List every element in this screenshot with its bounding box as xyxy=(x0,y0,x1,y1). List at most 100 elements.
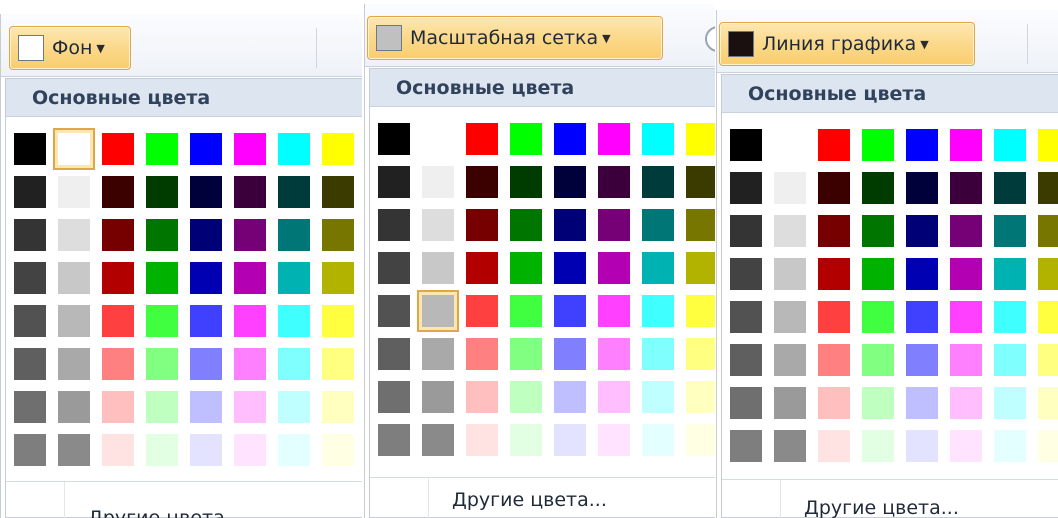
color-swatch[interactable] xyxy=(642,166,674,198)
color-swatch[interactable] xyxy=(234,219,266,251)
color-swatch[interactable] xyxy=(466,338,498,370)
color-swatch[interactable] xyxy=(190,219,222,251)
color-swatch[interactable] xyxy=(994,387,1026,419)
color-swatch[interactable] xyxy=(278,434,310,466)
color-swatch[interactable] xyxy=(146,176,178,208)
color-swatch[interactable] xyxy=(58,391,90,423)
color-swatch[interactable] xyxy=(466,252,498,284)
color-swatch[interactable] xyxy=(818,215,850,247)
color-swatch[interactable] xyxy=(554,209,586,241)
color-swatch-selected[interactable] xyxy=(53,128,95,170)
color-swatch[interactable] xyxy=(686,381,715,413)
color-swatch[interactable] xyxy=(686,424,715,456)
color-swatch[interactable] xyxy=(686,252,715,284)
color-swatch[interactable] xyxy=(510,381,542,413)
color-swatch[interactable] xyxy=(818,301,850,333)
color-swatch[interactable] xyxy=(818,129,850,161)
color-swatch[interactable] xyxy=(58,434,90,466)
color-swatch[interactable] xyxy=(862,129,894,161)
color-swatch[interactable] xyxy=(510,338,542,370)
color-swatch[interactable] xyxy=(102,262,134,294)
color-swatch[interactable] xyxy=(510,123,542,155)
color-swatch[interactable] xyxy=(14,391,46,423)
color-swatch[interactable] xyxy=(190,391,222,423)
color-swatch[interactable] xyxy=(994,172,1026,204)
color-swatch[interactable] xyxy=(146,133,178,165)
color-swatch[interactable] xyxy=(642,338,674,370)
color-swatch[interactable] xyxy=(774,344,806,376)
color-swatch[interactable] xyxy=(774,301,806,333)
color-swatch[interactable] xyxy=(322,262,354,294)
color-swatch[interactable] xyxy=(190,262,222,294)
color-swatch[interactable] xyxy=(730,172,762,204)
circle-button[interactable] xyxy=(705,26,715,52)
color-swatch[interactable] xyxy=(730,129,762,161)
color-swatch[interactable] xyxy=(642,424,674,456)
color-swatch[interactable] xyxy=(146,434,178,466)
color-swatch[interactable] xyxy=(322,176,354,208)
color-swatch[interactable] xyxy=(906,129,938,161)
color-swatch-selected[interactable] xyxy=(417,290,459,332)
color-swatch[interactable] xyxy=(278,133,310,165)
color-swatch[interactable] xyxy=(906,215,938,247)
color-swatch[interactable] xyxy=(818,172,850,204)
color-swatch[interactable] xyxy=(730,258,762,290)
color-swatch[interactable] xyxy=(378,338,410,370)
color-swatch[interactable] xyxy=(774,387,806,419)
color-swatch[interactable] xyxy=(598,166,630,198)
color-swatch[interactable] xyxy=(950,430,982,462)
color-swatch[interactable] xyxy=(14,348,46,380)
color-swatch[interactable] xyxy=(730,430,762,462)
color-swatch[interactable] xyxy=(278,305,310,337)
color-swatch[interactable] xyxy=(234,305,266,337)
color-swatch[interactable] xyxy=(642,381,674,413)
color-swatch[interactable] xyxy=(234,262,266,294)
color-swatch[interactable] xyxy=(862,215,894,247)
color-swatch[interactable] xyxy=(278,176,310,208)
color-swatch[interactable] xyxy=(146,219,178,251)
color-swatch[interactable] xyxy=(278,262,310,294)
color-swatch[interactable] xyxy=(950,344,982,376)
color-swatch[interactable] xyxy=(146,262,178,294)
color-swatch[interactable] xyxy=(994,430,1026,462)
color-swatch[interactable] xyxy=(686,295,715,327)
color-swatch[interactable] xyxy=(1038,387,1058,419)
color-swatch[interactable] xyxy=(686,209,715,241)
color-swatch[interactable] xyxy=(102,305,134,337)
color-swatch[interactable] xyxy=(554,424,586,456)
color-swatch[interactable] xyxy=(422,424,454,456)
color-swatch[interactable] xyxy=(378,209,410,241)
color-swatch[interactable] xyxy=(146,305,178,337)
color-swatch[interactable] xyxy=(422,252,454,284)
color-swatch[interactable] xyxy=(994,301,1026,333)
color-swatch[interactable] xyxy=(862,172,894,204)
color-swatch[interactable] xyxy=(102,176,134,208)
color-swatch[interactable] xyxy=(278,391,310,423)
color-swatch[interactable] xyxy=(730,215,762,247)
color-swatch[interactable] xyxy=(774,129,806,161)
color-swatch[interactable] xyxy=(14,133,46,165)
color-swatch[interactable] xyxy=(322,219,354,251)
color-swatch[interactable] xyxy=(510,252,542,284)
color-swatch[interactable] xyxy=(466,295,498,327)
color-swatch[interactable] xyxy=(14,305,46,337)
color-swatch[interactable] xyxy=(598,381,630,413)
color-swatch[interactable] xyxy=(278,219,310,251)
color-swatch[interactable] xyxy=(190,348,222,380)
color-swatch[interactable] xyxy=(58,262,90,294)
color-swatch[interactable] xyxy=(818,430,850,462)
color-swatch[interactable] xyxy=(994,129,1026,161)
color-swatch[interactable] xyxy=(994,344,1026,376)
color-swatch[interactable] xyxy=(102,434,134,466)
color-swatch[interactable] xyxy=(322,305,354,337)
color-swatch[interactable] xyxy=(278,348,310,380)
color-swatch[interactable] xyxy=(906,344,938,376)
color-swatch[interactable] xyxy=(322,434,354,466)
color-swatch[interactable] xyxy=(818,387,850,419)
color-swatch[interactable] xyxy=(422,166,454,198)
color-swatch[interactable] xyxy=(58,305,90,337)
color-swatch[interactable] xyxy=(510,166,542,198)
color-swatch[interactable] xyxy=(554,166,586,198)
color-swatch[interactable] xyxy=(190,434,222,466)
color-swatch[interactable] xyxy=(862,258,894,290)
